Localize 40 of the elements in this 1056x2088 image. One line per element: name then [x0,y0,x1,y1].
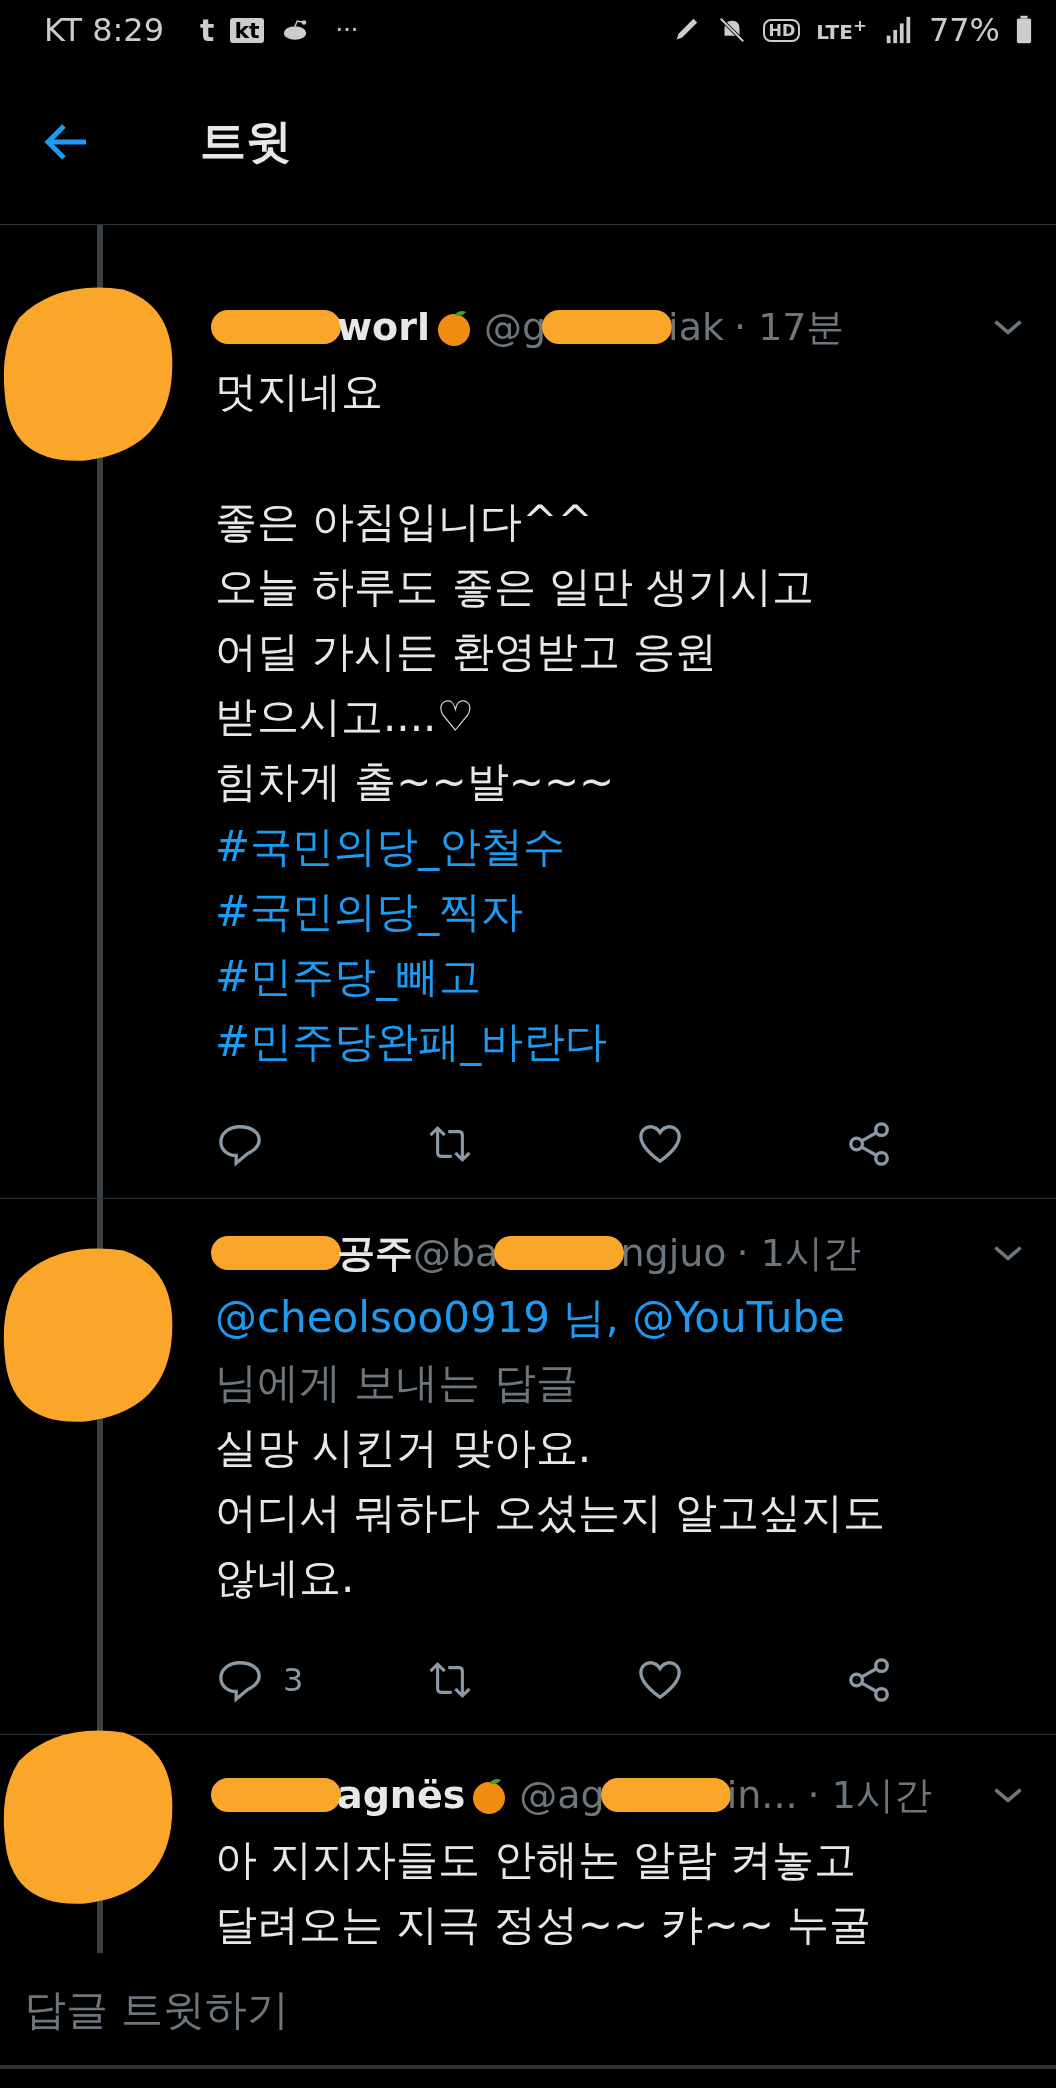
carrier-time: KT 8:29 [44,11,165,49]
battery-percent: 77% [928,11,1000,49]
hashtag-link[interactable]: #국민의당_찍자 [215,887,524,936]
user-handle: @ba [413,1231,499,1275]
app-notification-icon: kt [230,17,264,43]
user-handle: ngjuo [620,1231,727,1275]
tweet-text: 받으시고....♡ [215,692,475,741]
user-handle: iak [668,305,724,349]
tweet-text: 좋은 아침입니다^^ [215,497,593,546]
page-title: 트윗 [200,113,292,170]
tweet-text: 오늘 하루도 좋은 일만 생기시고 [215,562,815,611]
app-notification-icon: t [200,12,215,48]
hashtag-link[interactable]: #국민의당_안철수 [215,822,566,871]
tweet-text: 힘차게 출~~발~~~ [215,757,615,806]
more-notifications: ··· [335,16,359,44]
tweet-text: 아 지지자들도 안해논 알람 켜놓고 [215,1835,857,1884]
tweet-text: 어딜 가시든 환영받고 응원 [215,627,718,676]
tweet-time: · 1시간 [807,1771,932,1819]
reply-to-mentions[interactable]: @cheolsoo0919 님, @YouTube [215,1285,1026,1350]
user-name[interactable]: 공주 [337,1227,413,1279]
reply-count: 3 [283,1661,304,1699]
tweet-text: 실망 시킨거 맞아요. [215,1423,592,1472]
hashtag-link[interactable]: #민주당완패_바란다 [215,1017,608,1066]
network-indicator: LTE$^{+}$ [816,16,867,44]
reply-field[interactable]: 답글 트윗하기 [22,1983,726,2035]
battery-icon [1016,15,1032,45]
hd-indicator: HD [763,18,801,42]
user-name[interactable]: agnës [337,1773,466,1817]
tweet-text: 멋지네요 [215,367,383,416]
user-name[interactable]: worl [337,305,430,349]
tweet-time: · 1시간 [736,1229,861,1277]
user-handle: @ag [519,1773,605,1817]
tweet-time: · 17분 [733,303,845,351]
user-handle: in... [726,1773,798,1817]
user-handle: @g [484,305,547,349]
reply-note: 님에게 보내는 답글 [215,1357,579,1409]
tweet-text: 않네요. [215,1553,355,1602]
hashtag-link[interactable]: #민주당_빼고 [215,952,482,1001]
tweet-text: 달려오는 지극 정성~~ 캬~~ 누굴 [215,1900,872,1949]
tweet-text: 어디서 뭐하다 오셨는지 알고싶지도 [215,1488,886,1537]
